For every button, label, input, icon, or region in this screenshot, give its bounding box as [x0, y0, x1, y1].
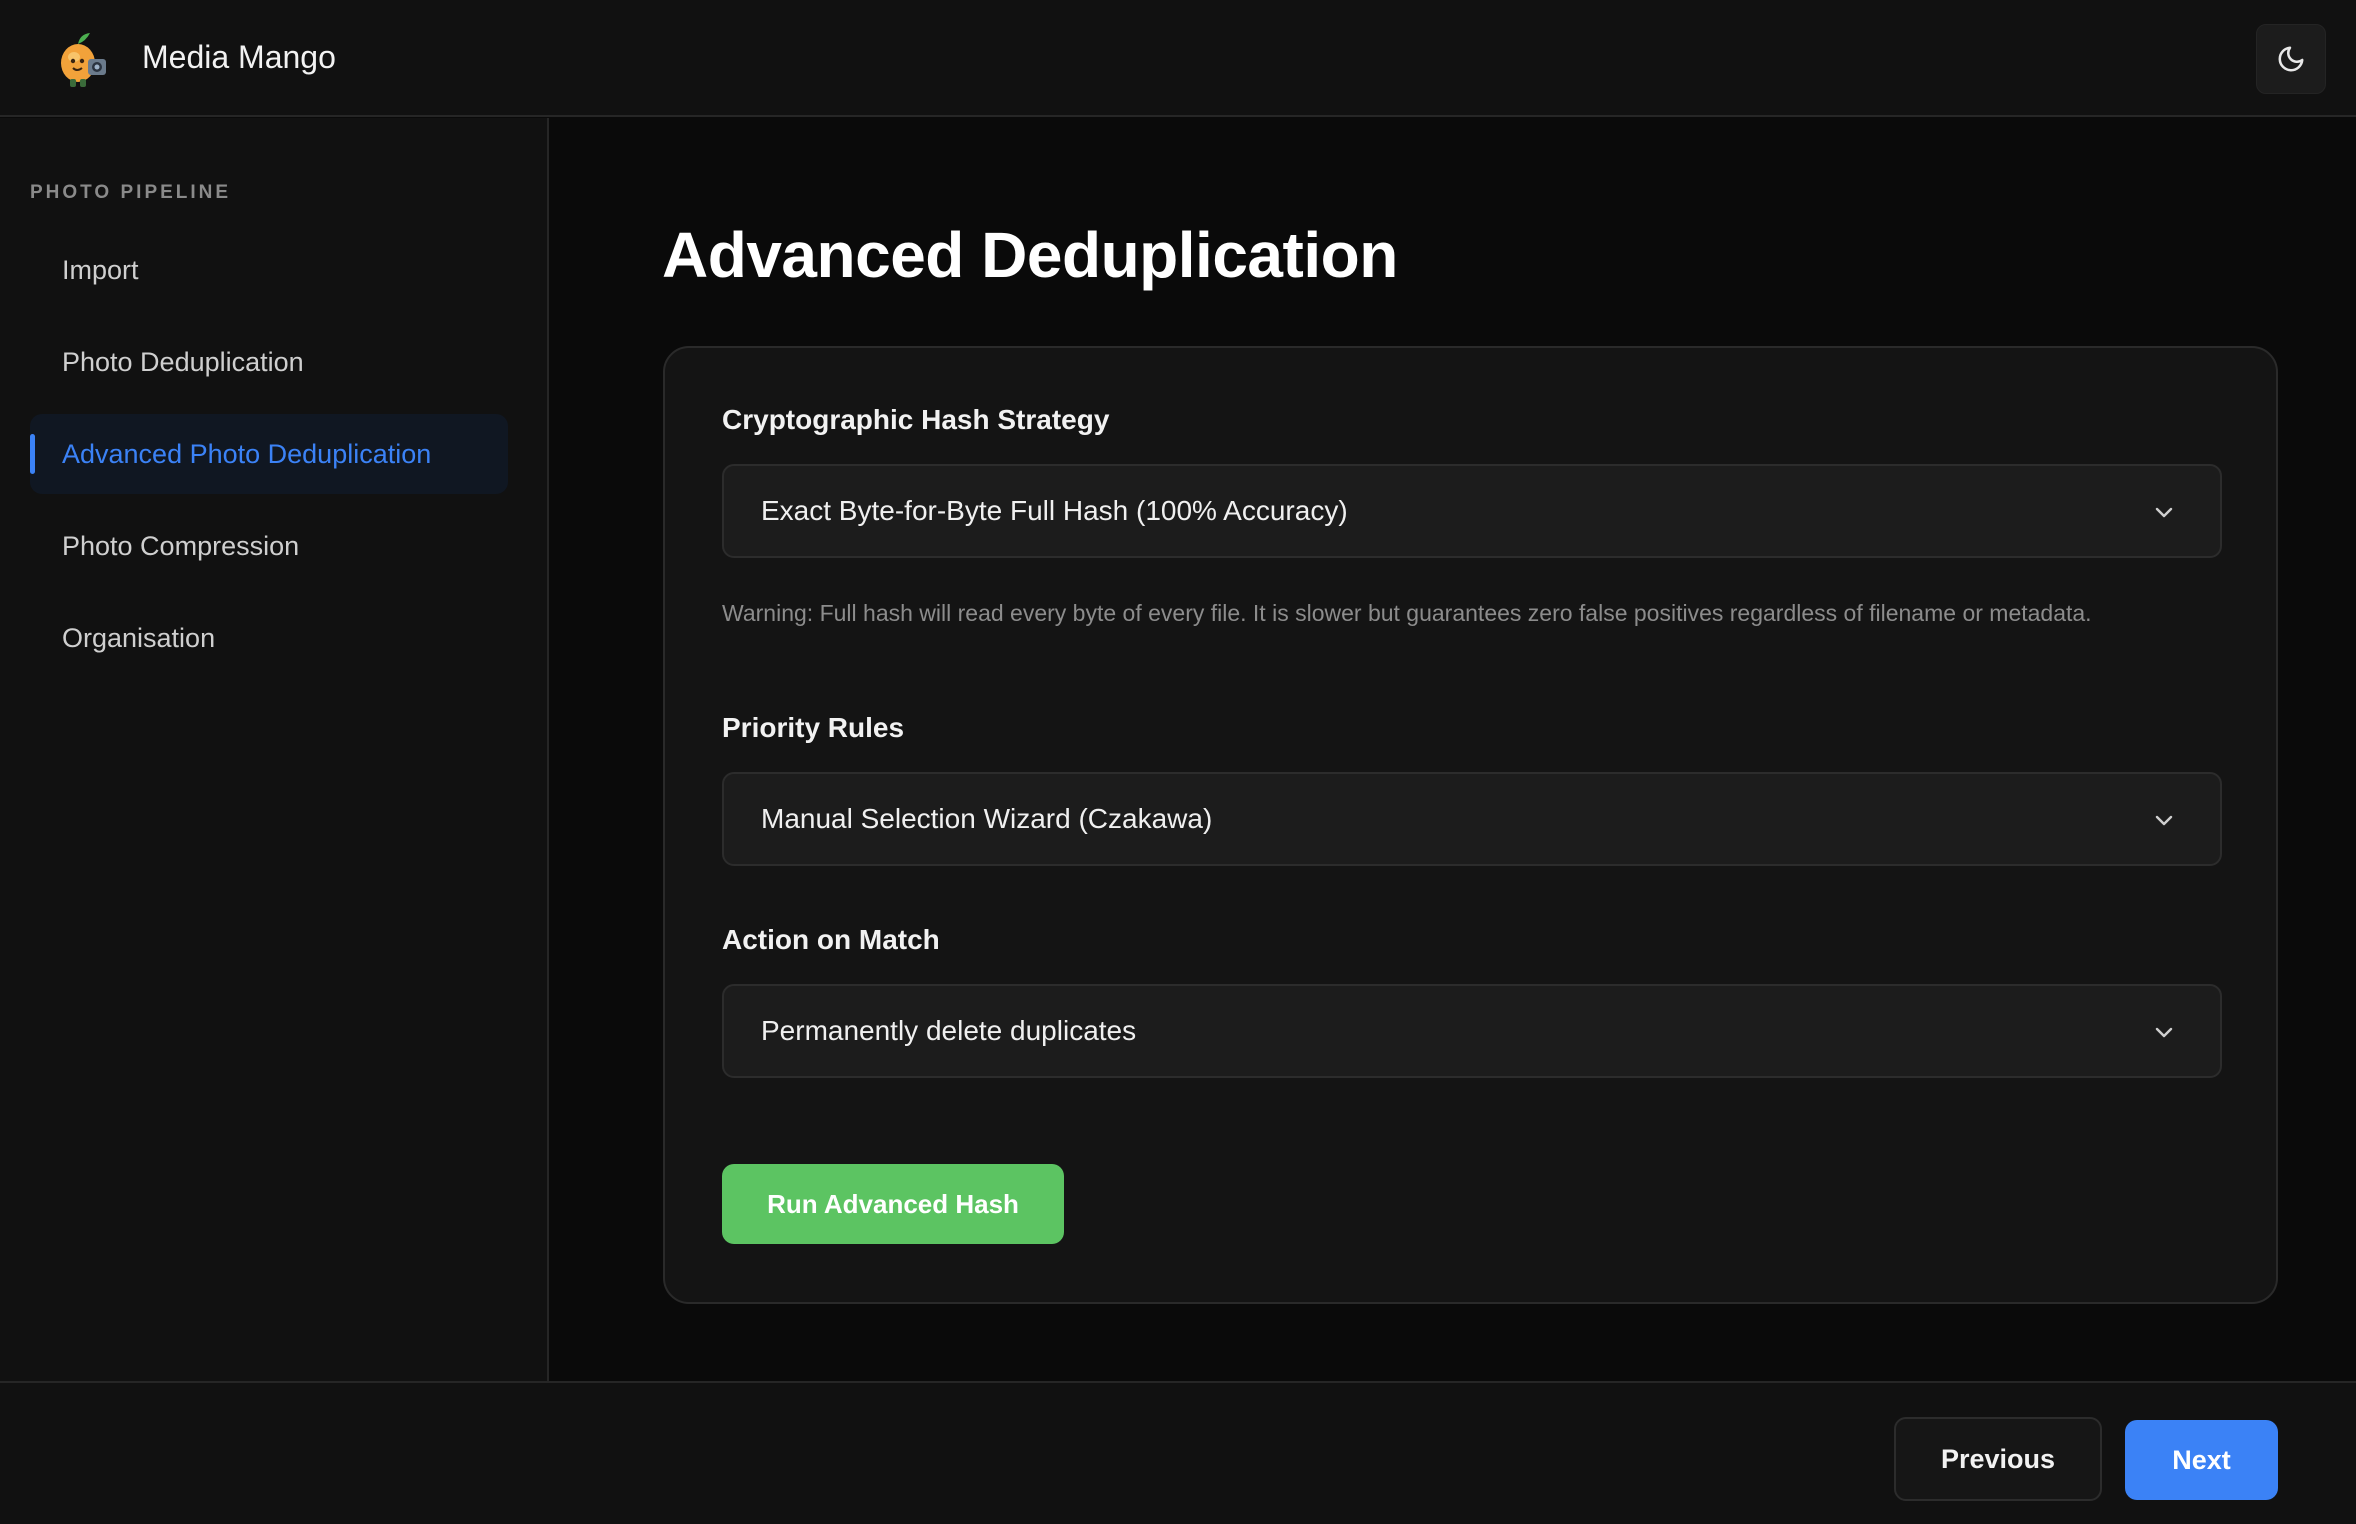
sidebar-item-label: Photo Compression [62, 530, 300, 561]
priority-rules-select[interactable]: Manual Selection Wizard (Czakawa) [722, 772, 2222, 866]
priority-rules-label: Priority Rules [722, 712, 905, 743]
sidebar-item-organisation[interactable]: Organisation [30, 598, 508, 678]
sidebar-heading: PHOTO PIPELINE [30, 182, 232, 203]
sidebar-item-label: Advanced Photo Deduplication [62, 438, 432, 469]
hash-strategy-label: Cryptographic Hash Strategy [722, 404, 1110, 435]
footer-bar: Previous Next [0, 1381, 2356, 1524]
sidebar-item-import[interactable]: Import [30, 230, 508, 310]
sidebar-item-photo-compression[interactable]: Photo Compression [30, 506, 508, 586]
settings-card: Cryptographic Hash Strategy Exact Byte-f… [663, 346, 2278, 1304]
hash-strategy-select[interactable]: Exact Byte-for-Byte Full Hash (100% Accu… [722, 464, 2222, 558]
previous-button[interactable]: Previous [1894, 1417, 2102, 1501]
run-advanced-hash-button[interactable]: Run Advanced Hash [722, 1164, 1064, 1244]
action-on-match-label: Action on Match [722, 924, 940, 955]
chevron-down-icon [2155, 1027, 2173, 1038]
sidebar: PHOTO PIPELINE Import Photo Deduplicatio… [0, 118, 549, 1381]
app-title: Media Mango [142, 39, 336, 75]
theme-toggle-button[interactable] [2256, 24, 2326, 94]
priority-rules-value: Manual Selection Wizard (Czakawa) [761, 803, 1213, 834]
page-title: Advanced Deduplication [662, 219, 1398, 291]
top-header: Media Mango [0, 0, 2356, 117]
chevron-down-icon [2155, 815, 2173, 826]
sidebar-item-advanced-photo-deduplication[interactable]: Advanced Photo Deduplication [30, 414, 508, 494]
sidebar-item-label: Organisation [62, 622, 216, 653]
app-root: Media Mango PHOTO PIPELINE Import Photo … [0, 0, 2356, 1524]
chevron-down-icon [2155, 507, 2173, 518]
sidebar-item-label: Import [62, 254, 139, 285]
action-on-match-value: Permanently delete duplicates [761, 1015, 1137, 1046]
sidebar-item-photo-deduplication[interactable]: Photo Deduplication [30, 322, 508, 402]
sidebar-item-label: Photo Deduplication [62, 346, 304, 377]
moon-icon [2278, 46, 2304, 72]
mango-mascot-icon [50, 25, 116, 91]
hash-strategy-value: Exact Byte-for-Byte Full Hash (100% Accu… [761, 495, 1348, 526]
next-button[interactable]: Next [2125, 1420, 2278, 1500]
main-content: Advanced Deduplication Cryptographic Has… [551, 118, 2356, 1381]
action-on-match-select[interactable]: Permanently delete duplicates [722, 984, 2222, 1078]
hash-warning-text: Warning: Full hash will read every byte … [722, 600, 2092, 626]
